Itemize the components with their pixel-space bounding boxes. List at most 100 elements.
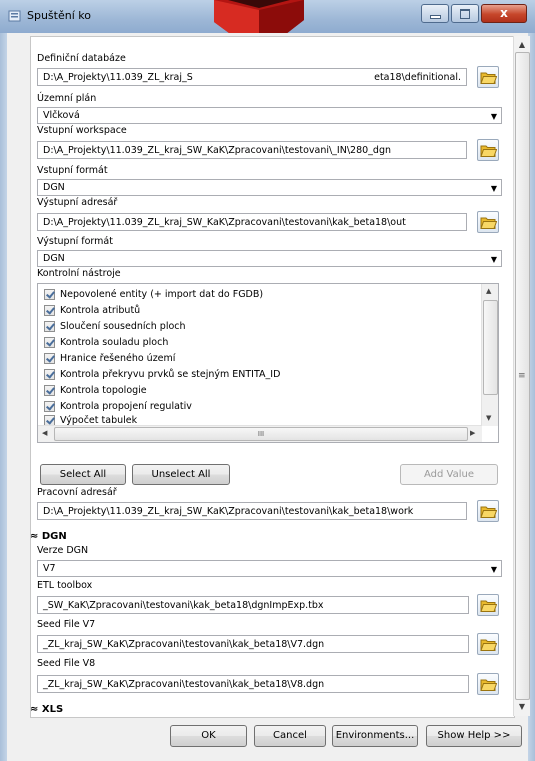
vstupni-workspace-input[interactable]: D:\A_Projekty\11.039_ZL_kraj_SW_KaK\Zpra… bbox=[37, 141, 467, 159]
browse-vstupni-workspace-button[interactable] bbox=[477, 139, 499, 161]
minimize-button[interactable] bbox=[421, 4, 449, 23]
environments-button[interactable]: Environments... bbox=[332, 725, 418, 747]
verze-dgn-select[interactable]: V7 ▼ bbox=[37, 560, 502, 577]
folder-open-icon bbox=[480, 145, 497, 157]
chevron-down-icon: ▼ bbox=[490, 184, 497, 193]
checkbox-checked[interactable] bbox=[44, 305, 55, 316]
scrollbar-thumb[interactable]: III bbox=[54, 427, 468, 441]
chevron-down-icon: ▼ bbox=[490, 112, 497, 121]
label-verze-dgn: Verze DGN bbox=[37, 545, 89, 556]
checklist-item[interactable]: Nepovolené entity (+ import dat do FGDB) bbox=[44, 287, 263, 302]
uzemni-plan-value: Vlčková bbox=[43, 110, 80, 121]
etl-toolbox-input[interactable]: _SW_KaK\Zpracovani\testovani\kak_beta18\… bbox=[37, 596, 469, 614]
xls-section-header[interactable]: ≈ XLS bbox=[30, 704, 63, 716]
checklist-item-label: Kontrola atributů bbox=[60, 305, 141, 316]
label-kontrolni-nastroje: Kontrolní nástroje bbox=[37, 268, 121, 279]
dialog-window: Spuštění ko x ▲ ≡ ▼ Definiční databáze D… bbox=[0, 0, 535, 761]
browse-vystupni-adresar-button[interactable] bbox=[477, 211, 499, 233]
pracovni-adresar-input[interactable]: D:\A_Projekty\11.039_ZL_kraj_SW_KaK\Zpra… bbox=[37, 502, 467, 520]
chevron-down-icon: ▼ bbox=[490, 255, 497, 264]
vstupni-format-value: DGN bbox=[43, 182, 65, 193]
close-icon: x bbox=[500, 6, 508, 20]
verze-dgn-value: V7 bbox=[43, 563, 56, 574]
label-definicni-databaze: Definiční databáze bbox=[37, 53, 126, 64]
close-button[interactable]: x bbox=[481, 4, 527, 23]
vystupni-adresar-input[interactable]: D:\A_Projekty\11.039_ZL_kraj_SW_KaK\Zpra… bbox=[37, 213, 467, 231]
dgn-section-header[interactable]: ≈ DGN bbox=[30, 531, 67, 542]
checklist-horizontal-scrollbar[interactable]: ◀ III ▶ bbox=[38, 425, 482, 442]
vystupni-format-select[interactable]: DGN ▼ bbox=[37, 250, 502, 267]
label-vystupni-format: Výstupní formát bbox=[37, 236, 113, 247]
collapse-icon[interactable]: ≈ bbox=[30, 531, 38, 542]
checklist-item[interactable]: Kontrola propojení regulativ bbox=[44, 399, 192, 414]
kontrolni-nastroje-checklist[interactable]: Nepovolené entity (+ import dat do FGDB)… bbox=[37, 283, 499, 443]
scroll-up-icon[interactable]: ▲ bbox=[486, 287, 491, 295]
label-etl-toolbox: ETL toolbox bbox=[37, 580, 93, 591]
show-help-button[interactable]: Show Help >> bbox=[426, 725, 522, 747]
checklist-item[interactable]: Kontrola souladu ploch bbox=[44, 335, 168, 350]
label-vystupni-adresar: Výstupní adresář bbox=[37, 197, 118, 208]
window-frame-left bbox=[0, 33, 7, 761]
cancel-button[interactable]: Cancel bbox=[254, 725, 326, 747]
folder-open-icon bbox=[480, 600, 497, 612]
browse-seed-file-v8-button[interactable] bbox=[477, 673, 499, 695]
checklist-item[interactable]: Sloučení sousedních ploch bbox=[44, 319, 186, 334]
browse-definicni-databaze-button[interactable] bbox=[477, 66, 499, 88]
browse-seed-file-v7-button[interactable] bbox=[477, 633, 499, 655]
select-all-button[interactable]: Select All bbox=[40, 464, 126, 485]
browse-pracovni-adresar-button[interactable] bbox=[477, 500, 499, 522]
uzemni-plan-select[interactable]: Vlčková ▼ bbox=[37, 107, 502, 124]
expand-icon[interactable]: ≈ bbox=[30, 704, 38, 715]
main-vertical-scrollbar[interactable]: ▲ ≡ ▼ bbox=[513, 36, 530, 716]
scrollbar-thumb[interactable] bbox=[483, 300, 498, 395]
checklist-item-label: Kontrola propojení regulativ bbox=[60, 401, 192, 412]
checklist-item-label: Kontrola překryvu prvků se stejným ENTIT… bbox=[60, 369, 281, 380]
ok-button[interactable]: OK bbox=[170, 725, 247, 747]
scroll-left-icon[interactable]: ◀ bbox=[42, 429, 47, 437]
checkbox-checked[interactable] bbox=[44, 321, 55, 332]
minimize-icon bbox=[430, 15, 441, 19]
scroll-right-icon[interactable]: ▶ bbox=[470, 429, 475, 437]
checklist-item[interactable]: Hranice řešeného území bbox=[44, 351, 175, 366]
label-vstupni-workspace: Vstupní workspace bbox=[37, 125, 127, 136]
dgn-section-title: DGN bbox=[41, 531, 67, 542]
maximize-button[interactable] bbox=[451, 4, 479, 23]
folder-open-icon bbox=[480, 679, 497, 691]
checkbox-checked[interactable] bbox=[44, 289, 55, 300]
label-uzemni-plan: Územní plán bbox=[37, 93, 97, 104]
scroll-up-icon[interactable]: ▲ bbox=[514, 38, 530, 52]
scroll-down-icon[interactable]: ▼ bbox=[486, 414, 491, 422]
checklist-vertical-scrollbar[interactable]: ▲ ▼ bbox=[481, 284, 498, 426]
chevron-down-icon: ▼ bbox=[490, 565, 497, 574]
checklist-item-label: Kontrola topologie bbox=[60, 385, 147, 396]
checkbox-checked[interactable] bbox=[44, 369, 55, 380]
checkbox-checked[interactable] bbox=[44, 385, 55, 396]
checkbox-checked[interactable] bbox=[44, 414, 55, 426]
checklist-item-label: Nepovolené entity (+ import dat do FGDB) bbox=[60, 289, 264, 300]
checklist-item[interactable]: Kontrola překryvu prvků se stejným ENTIT… bbox=[44, 367, 280, 382]
unselect-all-button[interactable]: Unselect All bbox=[132, 464, 230, 485]
checklist-item-label: Sloučení sousedních ploch bbox=[60, 321, 186, 332]
checkbox-checked[interactable] bbox=[44, 401, 55, 412]
seed-file-v8-input[interactable]: _ZL_kraj_SW_KaK\Zpracovani\testovani\kak… bbox=[37, 675, 469, 693]
scrollbar-grip-icon: ≡ bbox=[518, 371, 526, 381]
label-seed-file-v7: Seed File V7 bbox=[37, 619, 96, 630]
seed-file-v7-input[interactable]: _ZL_kraj_SW_KaK\Zpracovani\testovani\kak… bbox=[37, 635, 469, 653]
checklist-item[interactable]: Kontrola atributů bbox=[44, 303, 140, 318]
label-pracovni-adresar: Pracovní adresář bbox=[37, 487, 117, 498]
add-value-button[interactable]: Add Value bbox=[400, 464, 498, 485]
scroll-down-icon[interactable]: ▼ bbox=[514, 700, 530, 714]
xls-section-title: XLS bbox=[41, 704, 64, 715]
browse-etl-toolbox-button[interactable] bbox=[477, 594, 499, 616]
checklist-item-label: Hranice řešeného území bbox=[60, 353, 176, 364]
checklist-item[interactable]: Kontrola topologie bbox=[44, 383, 147, 398]
vstupni-format-select[interactable]: DGN ▼ bbox=[37, 179, 502, 196]
checkbox-checked[interactable] bbox=[44, 353, 55, 364]
label-seed-file-v8: Seed File V8 bbox=[37, 658, 96, 669]
definicni-databaze-value-tail: eta18\definitional. bbox=[374, 70, 461, 85]
checklist-item-label: Kontrola souladu ploch bbox=[60, 337, 169, 348]
scrollbar-grip-icon: III bbox=[257, 430, 265, 438]
checkbox-checked[interactable] bbox=[44, 337, 55, 348]
folder-open-icon bbox=[480, 506, 497, 518]
definicni-databaze-input[interactable]: D:\A_Projekty\11.039_ZL_kraj_S eta18\defi… bbox=[37, 68, 467, 86]
